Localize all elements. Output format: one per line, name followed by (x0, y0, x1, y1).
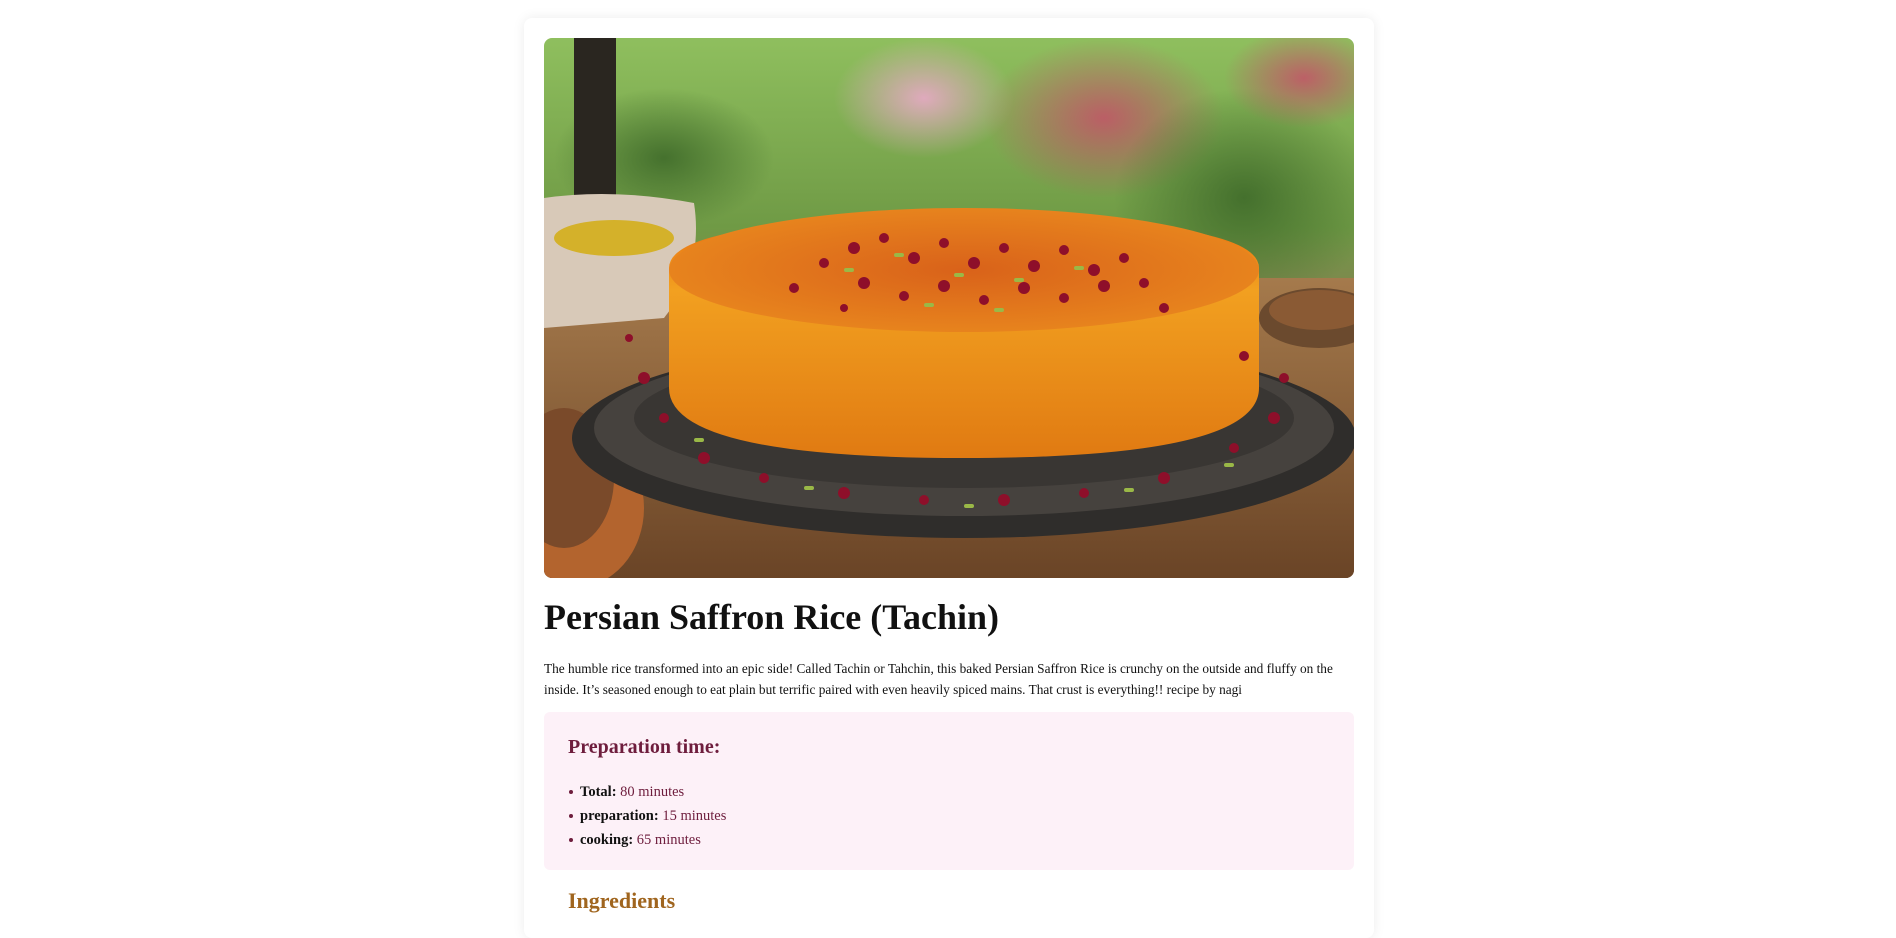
prep-total-label: Total: (580, 784, 617, 800)
list-item: Total: 80 minutes (568, 780, 726, 804)
recipe-card: Persian Saffron Rice (Tachin) The humble… (524, 18, 1374, 938)
list-item: cooking: 65 minutes (568, 828, 726, 852)
recipe-title: Persian Saffron Rice (Tachin) (544, 597, 999, 637)
prep-cooking-label: cooking: (580, 832, 634, 848)
preparation-time-box: Preparation time: Total: 80 minutes prep… (544, 712, 1354, 870)
prep-cooking-value: 65 minutes (636, 832, 701, 848)
prep-preparation-value: 15 minutes (662, 808, 727, 824)
recipe-image (544, 38, 1354, 578)
recipe-description: The humble rice transformed into an epic… (544, 661, 1333, 697)
prep-total-value: 80 minutes (620, 784, 685, 800)
prep-preparation-label: preparation: (580, 808, 659, 824)
ingredients-heading: Ingredients (568, 888, 676, 913)
list-item: preparation: 15 minutes (568, 804, 727, 828)
preparation-time-list: Total: 80 minutes preparation: 15 minute… (568, 780, 726, 852)
preparation-time-heading: Preparation time: (568, 736, 721, 758)
